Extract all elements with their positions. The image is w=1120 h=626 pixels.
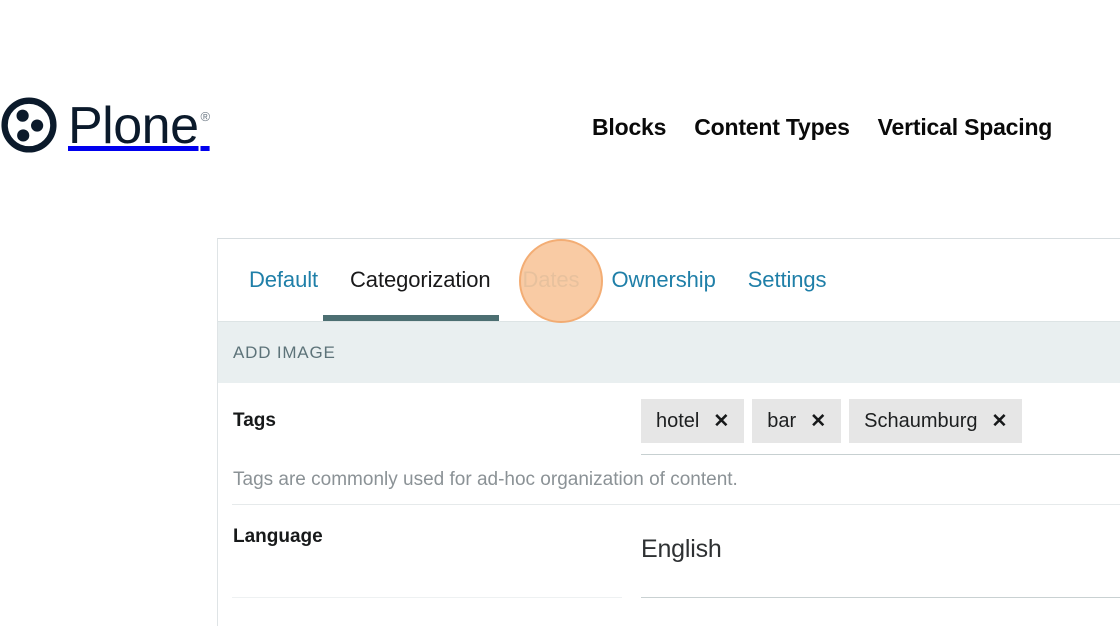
tab-default[interactable]: Default [233,240,334,320]
tag-chip[interactable]: bar ✕ [752,399,842,443]
form-tabbar: Default Categorization Dates Ownership S… [218,239,1120,321]
field-language-label: Language [233,526,323,547]
nav-item-blocks[interactable]: Blocks [592,114,666,141]
field-language-control[interactable]: English [641,505,1120,598]
tab-settings[interactable]: Settings [732,240,843,320]
tag-chip-label: hotel [656,409,700,432]
field-tags-control[interactable]: hotel ✕ bar ✕ Schaumburg ✕ [641,383,1120,455]
tab-categorization[interactable]: Categorization [334,240,506,320]
tags-chip-list: hotel ✕ bar ✕ Schaumburg ✕ [641,399,1120,443]
close-icon[interactable]: ✕ [810,412,826,431]
tag-chip[interactable]: hotel ✕ [641,399,745,443]
close-icon[interactable]: ✕ [992,412,1008,431]
tag-chip[interactable]: Schaumburg ✕ [849,399,1023,443]
site-header: Plone ® Blocks Content Types Vertical Spa… [0,0,1120,220]
brand-name: Plone ® [68,97,211,155]
field-language-value[interactable]: English [641,521,1120,564]
main-navigation: Blocks Content Types Vertical Spacing [592,110,1052,144]
field-language: Language English [218,505,1120,598]
field-divider-left [232,597,622,598]
section-band-add-image: ADD IMAGE [218,321,1120,383]
language-select-underline [641,597,1120,598]
close-icon[interactable]: ✕ [713,412,729,431]
registered-mark: ® [200,109,211,124]
section-band-label: ADD IMAGE [233,342,336,362]
brand-logo-link[interactable]: Plone ® [0,94,211,156]
nav-item-content-types[interactable]: Content Types [694,114,850,141]
tag-chip-label: Schaumburg [864,409,978,432]
brand-name-text: Plone [68,97,199,155]
tab-ownership[interactable]: Ownership [595,240,731,320]
tab-dates[interactable]: Dates [506,240,595,320]
nav-item-vertical-spacing[interactable]: Vertical Spacing [878,114,1053,141]
plone-circle-dots-icon [1,97,57,153]
edit-form-panel: Default Categorization Dates Ownership S… [217,238,1120,626]
field-tags-help-row: Tags are commonly used for ad-hoc organi… [218,455,1120,505]
tag-chip-label: bar [767,409,797,432]
field-tags-help-text: Tags are commonly used for ad-hoc organi… [233,469,738,490]
field-tags-label: Tags [233,410,276,431]
field-tags: Tags hotel ✕ bar ✕ Schaumburg ✕ [218,383,1120,455]
